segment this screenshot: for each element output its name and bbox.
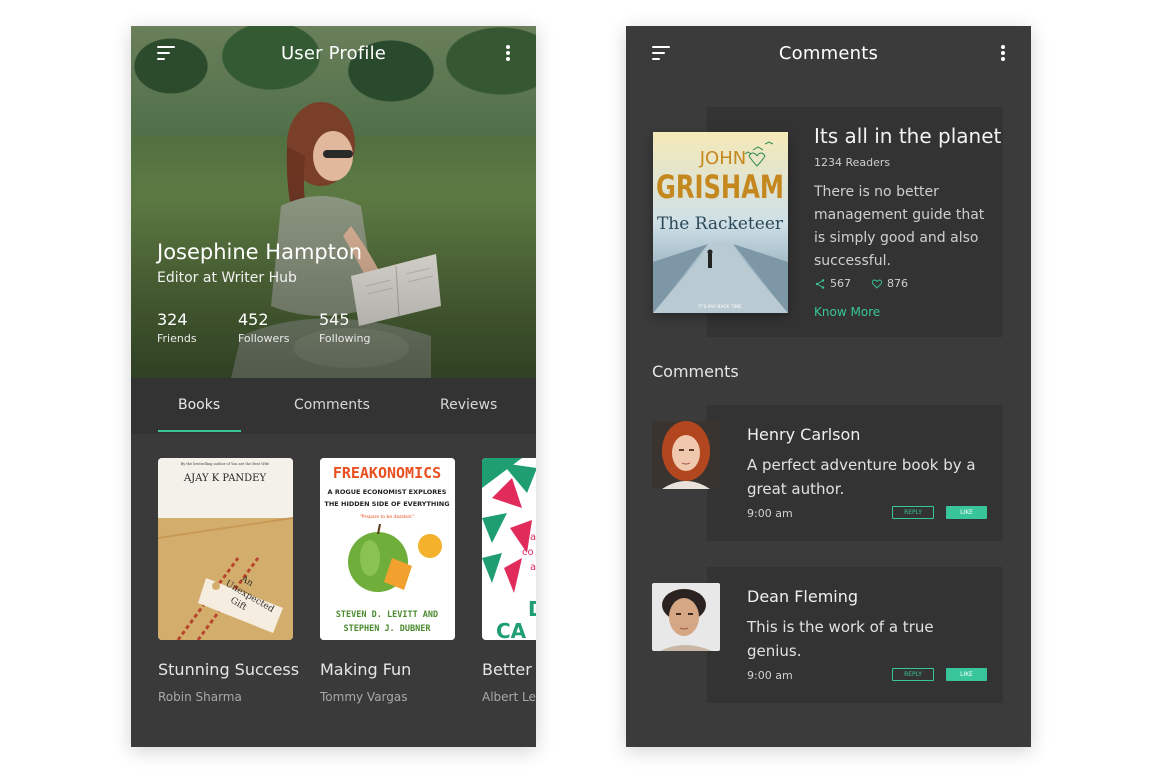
profile-topbar: User Profile xyxy=(131,26,536,80)
book-title[interactable]: Stunning Success xyxy=(158,660,299,679)
comments-screen: Comments JOHN GRISHAM The Racketeer IT'S… xyxy=(626,26,1031,747)
page-title: Comments xyxy=(778,42,879,64)
avatar[interactable] xyxy=(652,421,720,489)
stat-label: Friends xyxy=(157,332,197,345)
comment-text: This is the work of a true genius. xyxy=(747,618,934,660)
menu-icon[interactable] xyxy=(157,46,177,60)
comment-author: Dean Fleming xyxy=(747,587,859,606)
more-vertical-icon[interactable] xyxy=(1001,45,1005,61)
cover-authors-line: STEVEN D. LEVITT AND xyxy=(336,610,438,620)
book-cover-1[interactable]: By the bestselling author of You are the… xyxy=(158,458,293,640)
profile-tabs: Books Comments Reviews xyxy=(131,378,536,434)
featured-title: Its all in the planet xyxy=(814,124,1002,148)
stat-label: Followers xyxy=(238,332,290,345)
page-title: User Profile xyxy=(280,42,387,64)
comment-time: 9:00 am xyxy=(747,507,793,520)
book-title[interactable]: Better xyxy=(482,660,532,679)
user-profile-screen: User Profile Josephine Hampton Editor at… xyxy=(131,26,536,747)
more-vertical-icon[interactable] xyxy=(506,45,510,61)
cover-authors-line: STEPHEN J. DUBNER xyxy=(344,624,432,634)
book-title[interactable]: Making Fun xyxy=(320,660,411,679)
tab-books[interactable]: Books xyxy=(178,397,220,413)
menu-icon[interactable] xyxy=(652,46,672,60)
featured-meta: 567 876 xyxy=(814,277,908,290)
heart-icon[interactable] xyxy=(871,278,883,290)
active-tab-indicator xyxy=(158,430,241,432)
cover-subtitle-line: A ROGUE ECONOMIST EXPLORES xyxy=(328,488,447,496)
book-author: Tommy Vargas xyxy=(320,690,408,704)
like-button[interactable]: LIKE xyxy=(946,506,987,519)
tab-reviews[interactable]: Reviews xyxy=(440,397,497,413)
reply-button[interactable]: REPLY xyxy=(892,506,934,519)
cover-title: The Racketeer xyxy=(657,214,784,234)
cover-text-line: co xyxy=(522,547,534,558)
featured-book-cover[interactable]: JOHN GRISHAM The Racketeer IT'S PAY BACK… xyxy=(653,132,788,313)
stat-following[interactable]: 545 Following xyxy=(319,310,371,345)
cover-author-last: GRISHAM xyxy=(656,168,784,206)
cover-tagline: IT'S PAY BACK TIME xyxy=(698,304,742,310)
tab-comments[interactable]: Comments xyxy=(294,397,370,413)
profile-role: Editor at Writer Hub xyxy=(157,270,297,286)
cover-big-text-line: CA xyxy=(496,619,527,640)
share-count: 567 xyxy=(830,277,851,290)
avatar[interactable] xyxy=(652,583,720,651)
like-button[interactable]: LIKE xyxy=(946,668,987,681)
cover-text-line: a xyxy=(530,562,536,573)
comment-time: 9:00 am xyxy=(747,669,793,682)
stat-value: 545 xyxy=(319,310,350,329)
comment-text: A perfect adventure book by a great auth… xyxy=(747,456,976,498)
cover-subtitle-line: THE HIDDEN SIDE OF EVERYTHING xyxy=(324,500,449,508)
featured-readers: 1234 Readers xyxy=(814,156,891,169)
share-icon[interactable] xyxy=(814,278,826,290)
book-author: Albert Lev xyxy=(482,690,536,704)
cover-title: FREAKONOMICS xyxy=(333,464,441,482)
stat-value: 324 xyxy=(157,310,188,329)
reply-button[interactable]: REPLY xyxy=(892,668,934,681)
cover-quote: "Prepare to be dazzled." xyxy=(360,514,415,520)
featured-description: There is no better management guide that… xyxy=(814,184,985,269)
comments-topbar: Comments xyxy=(626,26,1031,80)
cover-author-first: JOHN xyxy=(699,148,746,169)
book-cover-2[interactable]: FREAKONOMICS A ROGUE ECONOMIST EXPLORES … xyxy=(320,458,455,640)
cover-author: AJAY K PANDEY xyxy=(183,473,267,484)
profile-name: Josephine Hampton xyxy=(157,240,363,264)
stat-followers[interactable]: 452 Followers xyxy=(238,310,290,345)
stat-value: 452 xyxy=(238,310,269,329)
stat-label: Following xyxy=(319,332,371,345)
cover-text-line: a xyxy=(530,532,536,543)
book-author: Robin Sharma xyxy=(158,690,242,704)
cover-big-text-line: D xyxy=(528,597,536,621)
like-count: 876 xyxy=(887,277,908,290)
know-more-link[interactable]: Know More xyxy=(814,305,880,319)
stat-friends[interactable]: 324 Friends xyxy=(157,310,197,345)
book-cover-3[interactable]: a co a D CA xyxy=(482,458,536,640)
comment-author: Henry Carlson xyxy=(747,425,861,444)
comments-section-title: Comments xyxy=(652,362,739,381)
cover-tagline: By the bestselling author of You are the… xyxy=(181,462,270,466)
